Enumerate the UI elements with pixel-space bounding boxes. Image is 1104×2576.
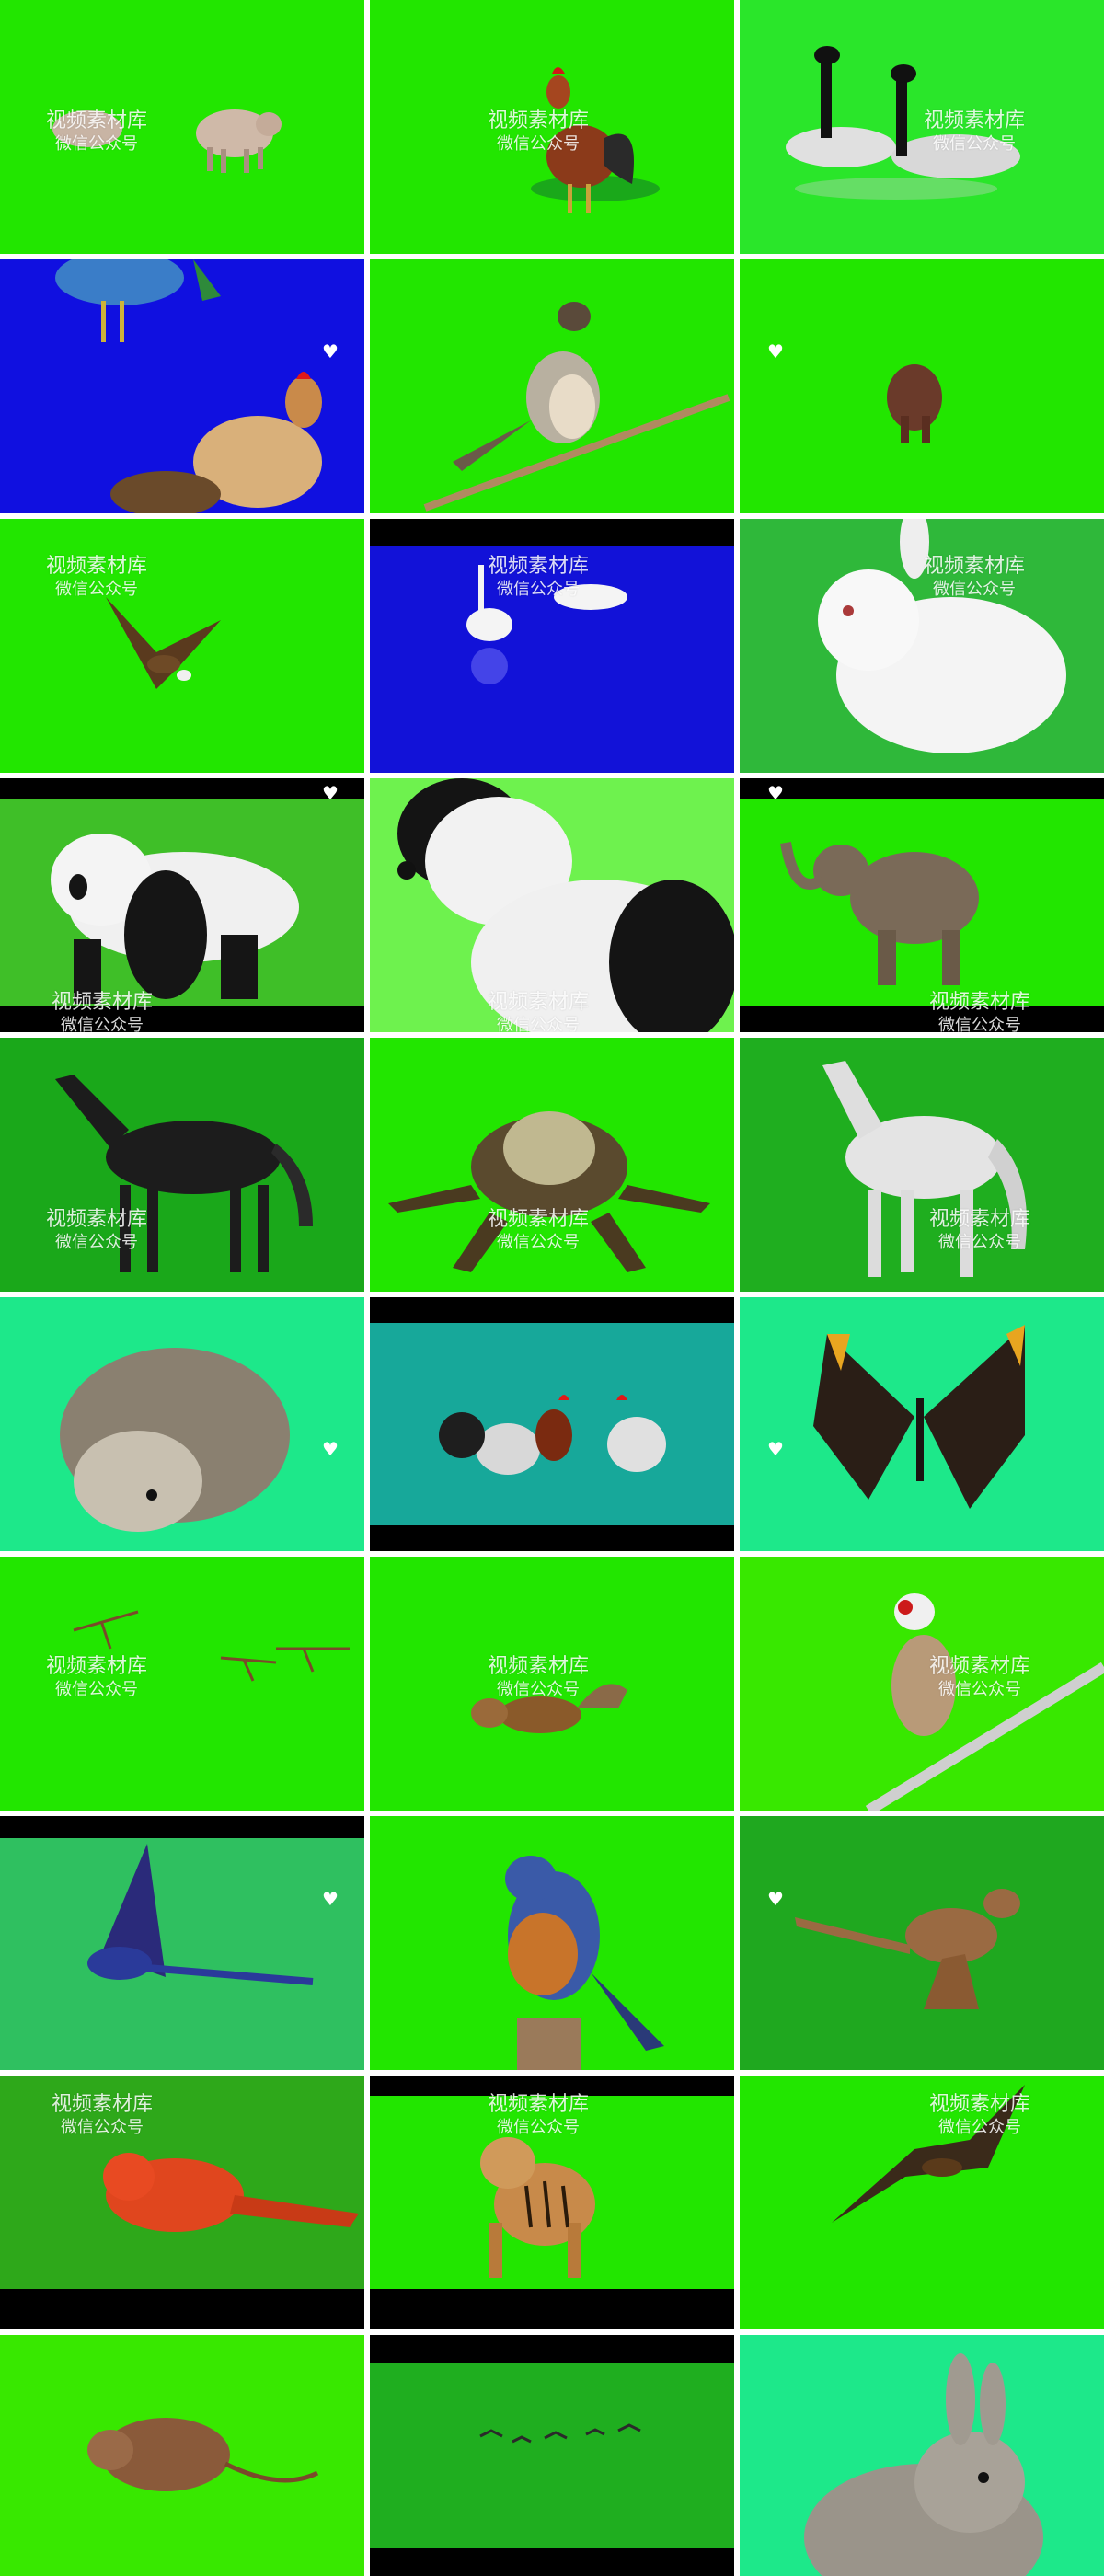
tile-white-rabbit[interactable]: 视频素材库 微信公众号: [740, 519, 1104, 773]
blue-parrot-image: [0, 1816, 364, 2070]
tile-goldfinch[interactable]: 视频素材库 微信公众号: [740, 1557, 1104, 1811]
tile-butterfly[interactable]: ♥: [740, 1297, 1104, 1551]
goldfinch-image: [740, 1557, 1104, 1811]
eagle-flying-image: [0, 519, 364, 773]
tile-red-bird[interactable]: 视频素材库 微信公众号: [0, 2076, 364, 2329]
tile-white-horse[interactable]: 视频素材库 微信公众号: [740, 1038, 1104, 1292]
mouse-image: [0, 2335, 364, 2576]
tile-hedgehog[interactable]: ♥: [0, 1297, 364, 1551]
thumbnail-grid: 视频素材库 微信公众号 视频素材库 微信公众号 视频素材库 微信公众号 ♥ ♥ …: [0, 0, 1104, 2576]
tile-black-horse[interactable]: 视频素材库 微信公众号: [0, 1038, 364, 1292]
panda-image: [0, 778, 364, 1032]
mosquitoes-image: [0, 1557, 364, 1811]
heart-icon: ♥: [767, 782, 784, 804]
tiger-image: [370, 2076, 734, 2329]
bird-and-rooster-image: [0, 259, 364, 513]
heart-icon: ♥: [767, 340, 784, 362]
geese-image: [740, 0, 1104, 254]
bluebird-image: [370, 1816, 734, 2070]
butterfly-image: [740, 1297, 1104, 1551]
hawk-image: [740, 2076, 1104, 2329]
heart-icon: ♥: [322, 340, 339, 362]
chipmunk-image: [370, 1557, 734, 1811]
heart-icon: ♥: [767, 1888, 784, 1910]
frog-image: [370, 1038, 734, 1292]
rooster-image: [370, 0, 734, 254]
tile-bluebird[interactable]: [370, 1816, 734, 2070]
tile-frog[interactable]: 视频素材库 微信公众号: [370, 1038, 734, 1292]
tile-hawk[interactable]: 视频素材库 微信公众号: [740, 2076, 1104, 2329]
tile-geese[interactable]: 视频素材库 微信公众号: [740, 0, 1104, 254]
red-bird-image: [0, 2076, 364, 2329]
white-horse-image: [740, 1038, 1104, 1292]
tile-blue-parrot[interactable]: ♥: [0, 1816, 364, 2070]
heart-icon: ♥: [322, 1438, 339, 1460]
heart-icon: ♥: [322, 782, 339, 804]
tile-mouse[interactable]: [0, 2335, 364, 2576]
tile-kangaroo[interactable]: ♥: [740, 1816, 1104, 2070]
grey-rabbit-image: [740, 2335, 1104, 2576]
pig-image: [0, 0, 364, 254]
tile-black-and-white-dog[interactable]: 视频素材库 微信公众号: [370, 778, 734, 1032]
heart-icon: ♥: [767, 1438, 784, 1460]
heart-icon: ♥: [322, 1888, 339, 1910]
tile-swans[interactable]: 视频素材库 微信公众号: [370, 519, 734, 773]
elephant-image: [740, 778, 1104, 1032]
tile-grey-rabbit[interactable]: [740, 2335, 1104, 2576]
black-and-white-dog-image: [370, 778, 734, 1032]
hedgehog-image: [0, 1297, 364, 1551]
tile-rooster[interactable]: 视频素材库 微信公众号: [370, 0, 734, 254]
swans-image: [370, 519, 734, 773]
flying-birds-image: [370, 2335, 734, 2576]
tile-pig[interactable]: 视频素材库 微信公众号: [0, 0, 364, 254]
tile-mosquitoes[interactable]: 视频素材库 微信公众号: [0, 1557, 364, 1811]
tile-bird-and-rooster[interactable]: ♥: [0, 259, 364, 513]
black-horse-image: [0, 1038, 364, 1292]
tile-elephant-small[interactable]: ♥: [740, 259, 1104, 513]
roosters-image: [370, 1297, 734, 1551]
kangaroo-image: [740, 1816, 1104, 2070]
tile-roosters[interactable]: [370, 1297, 734, 1551]
tile-robin-on-branch[interactable]: [370, 259, 734, 513]
tile-eagle-flying[interactable]: 视频素材库 微信公众号: [0, 519, 364, 773]
tile-chipmunk[interactable]: 视频素材库 微信公众号: [370, 1557, 734, 1811]
elephant-small-image: [740, 259, 1104, 513]
white-rabbit-image: [740, 519, 1104, 773]
tile-panda[interactable]: ♥ 视频素材库 微信公众号: [0, 778, 364, 1032]
tile-flying-birds[interactable]: [370, 2335, 734, 2576]
tile-tiger[interactable]: 视频素材库 微信公众号: [370, 2076, 734, 2329]
tile-elephant[interactable]: ♥ 视频素材库 微信公众号: [740, 778, 1104, 1032]
robin-on-branch-image: [370, 259, 734, 513]
